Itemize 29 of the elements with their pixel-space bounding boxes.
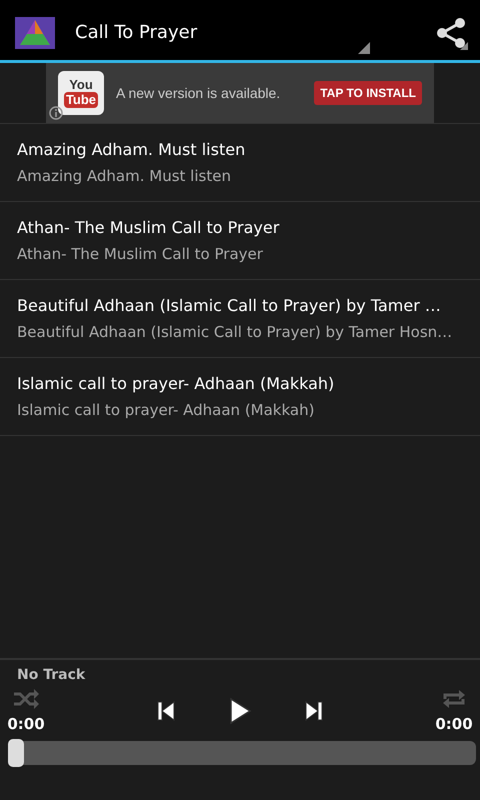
track-title: Islamic call to prayer- Adhaan (Makkah) <box>17 374 336 393</box>
dropdown-corner-icon[interactable] <box>358 42 370 54</box>
app-icon[interactable] <box>15 16 55 48</box>
track-item[interactable]: Athan- The Muslim Call to Prayer Athan- The Muslim Call to Prayer <box>0 202 480 280</box>
track-subtitle: Beautiful Adhaan (Islamic Call to Prayer) by Tamer Hosn… <box>17 323 454 341</box>
track-item[interactable]: Islamic call to prayer- Adhaan (Makkah) Islamic call to prayer- Adhaan (Makkah) <box>0 358 480 436</box>
ad-message: A new version is available. <box>116 85 282 101</box>
track-item[interactable]: Amazing Adham. Must listen Amazing Adham. Must listen <box>0 124 480 202</box>
app-title: Call To Prayer <box>75 22 198 43</box>
share-icon[interactable] <box>434 16 468 50</box>
track-title: Athan- The Muslim Call to Prayer <box>17 218 280 237</box>
duration-time: 0:00 <box>435 715 473 733</box>
next-icon[interactable] <box>304 700 324 722</box>
slider-thumb[interactable] <box>8 739 24 767</box>
elapsed-time: 0:00 <box>7 715 45 733</box>
track-subtitle: Athan- The Muslim Call to Prayer <box>17 245 264 263</box>
track-title: Amazing Adham. Must listen <box>17 140 246 159</box>
play-icon[interactable] <box>228 697 252 725</box>
info-icon[interactable] <box>48 105 64 121</box>
previous-icon[interactable] <box>156 700 176 722</box>
video-logo: You Tube <box>58 71 104 115</box>
ad-banner[interactable]: You Tube A new version is available. TAP TO INSTALL <box>46 63 434 123</box>
track-subtitle: Amazing Adham. Must listen <box>17 167 232 185</box>
install-button[interactable]: TAP TO INSTALL <box>314 81 422 105</box>
track-name: No Track <box>17 667 86 683</box>
track-item[interactable]: Beautiful Adhaan (Islamic Call to Prayer) by Tamer … Beautiful Adhaan (Islamic Call to Prayer) by Tamer Hosn… <box>0 280 480 358</box>
seek-slider[interactable] <box>8 741 476 765</box>
track-title: Beautiful Adhaan (Islamic Call to Prayer) by Tamer … <box>17 296 442 315</box>
track-subtitle: Islamic call to prayer- Adhaan (Makkah) <box>17 401 316 419</box>
